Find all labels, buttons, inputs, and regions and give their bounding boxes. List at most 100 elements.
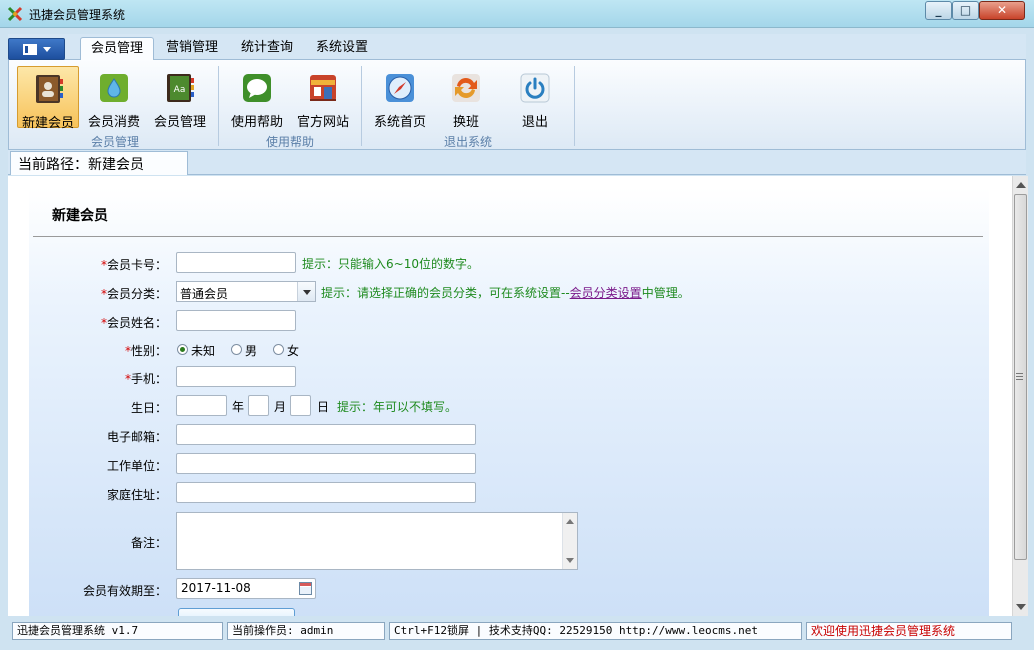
chevron-down-icon: [43, 47, 51, 52]
breadcrumb[interactable]: 当前路径：新建会员: [10, 151, 188, 175]
calendar-icon[interactable]: [299, 582, 312, 595]
gender-unknown-radio[interactable]: [177, 344, 188, 355]
birthday-day-input[interactable]: [290, 395, 311, 416]
member-name-input[interactable]: [176, 310, 296, 331]
remark-scrollbar[interactable]: [562, 513, 577, 569]
expiry-label: 会员有效期至：: [82, 584, 167, 598]
gender-unknown-label: 未知: [191, 344, 216, 358]
status-bar: 迅捷会员管理系统 v1.7 当前操作员: admin Ctrl+F12锁屏 | …: [0, 619, 1034, 650]
new-member-form: 新建会员 *会员卡号： 提示：只能输入6~10位的数字。 *会员分类： 普通会员…: [29, 188, 989, 616]
tab-system-settings[interactable]: 系统设置: [306, 37, 378, 61]
company-label: 工作单位：: [106, 459, 167, 473]
gender-female-label: 女: [287, 344, 300, 358]
svg-text:Aa: Aa: [174, 85, 186, 95]
form-divider: [33, 236, 983, 237]
gender-male-radio[interactable]: [231, 344, 242, 355]
ribbon-panel: 新建会员 会员消费 Aa 会员管理 会员管理 使用帮助 官方网站 使用帮助 系统…: [8, 60, 1026, 150]
new-member-button[interactable]: 新建会员: [17, 66, 79, 131]
minimize-button[interactable]: _: [925, 1, 952, 20]
menu-icon: [23, 44, 37, 55]
breadcrumb-text: 当前路径：新建会员: [18, 157, 144, 173]
email-label: 电子邮箱：: [106, 430, 167, 444]
maximize-button[interactable]: □: [952, 1, 979, 20]
category-label: *会员分类：: [100, 287, 167, 301]
ribbon-group-label-help: 使用帮助: [265, 135, 314, 149]
card-number-input[interactable]: [176, 252, 296, 273]
birthday-day-unit: 日: [317, 400, 330, 414]
water-drop-icon: [100, 74, 128, 102]
company-input[interactable]: [176, 453, 476, 474]
chat-bubble-icon: [243, 74, 271, 102]
ribbon-group-label-exit: 退出系统: [443, 135, 492, 149]
system-home-button[interactable]: 系统首页: [369, 66, 431, 130]
birthday-year-input[interactable]: [176, 395, 227, 416]
address-label: 家庭住址：: [106, 488, 167, 502]
chevron-down-icon[interactable]: [297, 282, 315, 301]
gender-female-radio[interactable]: [273, 344, 284, 355]
remark-label: 备注：: [130, 536, 167, 550]
category-settings-link[interactable]: 会员分类设置: [570, 286, 642, 300]
ribbon-group-separator: [574, 66, 575, 146]
ribbon-group-separator: [361, 66, 362, 146]
title-bar: 迅捷会员管理系统 _ □ ✕: [0, 0, 1034, 28]
exit-button[interactable]: 退出: [504, 66, 566, 130]
submit-button[interactable]: [178, 608, 295, 616]
exit-label: 退出: [521, 115, 548, 130]
birthday-month-input[interactable]: [248, 395, 269, 416]
maximize-icon: □: [959, 3, 972, 17]
ribbon-group-label-member: 会员管理: [90, 135, 139, 149]
status-support: Ctrl+F12锁屏 | 技术支持QQ: 22529150 http://www…: [389, 622, 802, 640]
form-title: 新建会员: [52, 208, 108, 224]
help-button[interactable]: 使用帮助: [226, 66, 288, 130]
status-welcome: 欢迎使用迅捷会员管理系统: [806, 622, 1012, 640]
shift-change-label: 换班: [452, 115, 479, 130]
member-consumption-label: 会员消费: [87, 115, 140, 130]
compass-icon: [386, 74, 414, 102]
window-title: 迅捷会员管理系统: [29, 8, 126, 22]
email-input[interactable]: [176, 424, 476, 445]
status-operator: 当前操作员: admin: [227, 622, 385, 640]
app-logo-icon: [7, 6, 23, 22]
birthday-hint: 提示：年可以不填写。: [337, 400, 458, 414]
remark-textarea[interactable]: [176, 512, 578, 570]
gender-label: *性别：: [124, 344, 167, 358]
tab-marketing-management[interactable]: 营销管理: [156, 37, 228, 61]
member-management-label: 会员管理: [153, 115, 206, 130]
storefront-icon: [310, 75, 336, 101]
card-number-hint: 提示：只能输入6~10位的数字。: [302, 257, 479, 271]
expiry-date-input[interactable]: 2017-11-08: [176, 578, 316, 599]
book-icon: Aa: [167, 74, 194, 102]
shift-change-button[interactable]: 换班: [435, 66, 497, 130]
content-scrollbar[interactable]: [1012, 176, 1028, 616]
member-consumption-button[interactable]: 会员消费: [83, 66, 145, 130]
close-icon: ✕: [996, 3, 1008, 17]
scroll-down-icon[interactable]: [1016, 604, 1026, 610]
tab-statistics-query[interactable]: 统计查询: [231, 37, 303, 61]
member-name-label: *会员姓名：: [100, 316, 167, 330]
member-management-button[interactable]: Aa 会员管理: [149, 66, 211, 130]
expiry-date-value: 2017-11-08: [181, 581, 251, 595]
close-button[interactable]: ✕: [979, 1, 1025, 20]
content-area: 新建会员 *会员卡号： 提示：只能输入6~10位的数字。 *会员分类： 普通会员…: [8, 176, 1012, 616]
official-website-label: 官方网站: [296, 115, 349, 130]
official-website-button[interactable]: 官方网站: [292, 66, 354, 130]
scroll-down-icon[interactable]: [566, 558, 574, 563]
power-icon: [520, 73, 550, 103]
tab-member-management[interactable]: 会员管理: [80, 37, 155, 61]
system-home-label: 系统首页: [373, 115, 426, 130]
app-menu-button[interactable]: [8, 38, 65, 60]
category-hint: 提示：请选择正确的会员分类，可在系统设置--会员分类设置中管理。: [321, 286, 690, 300]
mobile-label: *手机：: [124, 372, 167, 386]
card-number-label: *会员卡号：: [100, 258, 167, 272]
birthday-month-unit: 月: [274, 400, 287, 414]
mobile-input[interactable]: [176, 366, 296, 387]
scroll-up-icon[interactable]: [1016, 182, 1026, 188]
address-book-icon: [36, 75, 63, 103]
category-select[interactable]: 普通会员: [176, 281, 316, 302]
help-label: 使用帮助: [230, 115, 283, 130]
scrollbar-grip-icon: [1016, 373, 1023, 380]
scroll-up-icon[interactable]: [566, 519, 574, 524]
birthday-year-unit: 年: [232, 400, 245, 414]
gender-male-label: 男: [245, 344, 258, 358]
address-input[interactable]: [176, 482, 476, 503]
